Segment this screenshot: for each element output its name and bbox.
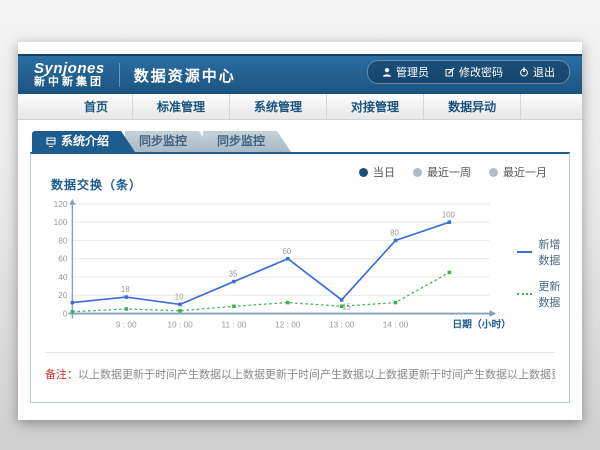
time-range-filter: 当日 最近一周 最近一月 xyxy=(359,164,547,180)
data-label: 80 xyxy=(390,229,399,238)
legend-swatch xyxy=(517,293,532,295)
data-point xyxy=(448,220,452,224)
data-label: 10 xyxy=(175,293,184,302)
tab-label: 系统介绍 xyxy=(61,131,109,152)
legend-swatch xyxy=(517,251,532,253)
radio-dot xyxy=(359,168,368,177)
x-tick-label: 10 : 00 xyxy=(167,319,193,329)
data-point xyxy=(394,239,398,243)
data-point xyxy=(340,298,344,302)
y-tick-label: 20 xyxy=(58,290,68,300)
y-tick-label: 100 xyxy=(54,217,68,227)
legend-item-0: 新增数据 xyxy=(517,236,569,268)
x-axis-arrow xyxy=(490,310,497,317)
radio-dot xyxy=(413,168,422,177)
tab-1[interactable]: 同步监控 xyxy=(125,131,213,152)
nav-item-0[interactable]: 首页 xyxy=(60,94,133,119)
user-menu-label: 退出 xyxy=(533,64,555,80)
x-axis-title: 日期（小时） xyxy=(452,317,511,330)
chart-panel: 当日 最近一周 最近一月 数据交换（条） 0 20 40 60 80 100 120 9 : 00… xyxy=(30,152,570,403)
data-label: 15 xyxy=(342,303,351,312)
data-point xyxy=(71,310,75,314)
company-logo: Synjones 新中新集团 xyxy=(28,61,119,88)
data-point xyxy=(124,295,128,299)
data-point xyxy=(178,309,182,313)
data-point xyxy=(178,303,182,307)
data-label: 60 xyxy=(282,247,291,256)
data-label: 35 xyxy=(229,270,238,279)
y-tick-label: 60 xyxy=(58,254,68,264)
chart-legend: 新增数据更新数据 xyxy=(517,236,569,310)
nav-item-1[interactable]: 标准管理 xyxy=(133,94,230,119)
logo-text-cn: 新中新集团 xyxy=(34,77,105,89)
tab-label: 同步监控 xyxy=(217,131,265,152)
logout-icon xyxy=(519,67,529,77)
data-point xyxy=(232,304,236,308)
app-header: Synjones 新中新集团 数据资源中心 管理员 修改密码 退出 xyxy=(18,54,582,94)
content-area: 系统介绍 同步监控 同步监控 当日 最近一周 最近一月 数据交换（条） 0 20 40 60 8… xyxy=(18,120,582,403)
note-row: 备注：以上数据更新于时间产生数据以上数据更新于时间产生数据以上数据更新于时间产生… xyxy=(45,352,555,382)
tab-label: 同步监控 xyxy=(139,131,187,152)
tab-bar: 系统介绍 同步监控 同步监控 xyxy=(32,131,570,152)
x-tick-label: 14 : 00 xyxy=(383,319,409,329)
x-tick-label: 11 : 00 xyxy=(222,319,247,329)
radio-option-1[interactable]: 最近一周 xyxy=(413,164,471,180)
data-point xyxy=(340,304,344,308)
legend-label: 更新数据 xyxy=(538,278,569,310)
y-tick-label: 120 xyxy=(54,199,68,209)
edit-icon xyxy=(445,67,455,77)
data-label: 18 xyxy=(121,285,130,294)
user-icon xyxy=(382,67,392,77)
nav-item-3[interactable]: 对接管理 xyxy=(327,94,424,119)
data-point xyxy=(286,301,290,305)
radio-option-0[interactable]: 当日 xyxy=(359,164,395,180)
data-point xyxy=(71,301,75,305)
radio-option-2[interactable]: 最近一月 xyxy=(489,164,547,180)
radio-label: 当日 xyxy=(373,164,395,180)
x-tick-label: 12 : 00 xyxy=(275,319,301,329)
header-divider xyxy=(119,63,120,87)
y-tick-label: 0 xyxy=(63,308,68,318)
line-chart: 0 20 40 60 80 100 120 9 : 00 10 : 00 11 : 00 12 : … xyxy=(43,198,513,340)
tab-0[interactable]: 系统介绍 xyxy=(32,131,135,152)
desktop-background: Synjones 新中新集团 数据资源中心 管理员修改密码退出 首页标准管理系统… xyxy=(0,0,600,450)
x-tick-label: 9 : 00 xyxy=(116,319,137,329)
x-tick-label: 13 : 00 xyxy=(329,319,355,329)
user-menu-item-0[interactable]: 管理员 xyxy=(382,64,429,80)
nav-item-2[interactable]: 系统管理 xyxy=(230,94,327,119)
data-point xyxy=(286,257,290,261)
note-label: 备注： xyxy=(45,369,78,381)
radio-label: 最近一周 xyxy=(427,164,471,180)
y-axis-arrow xyxy=(69,199,75,205)
user-menu-item-1[interactable]: 修改密码 xyxy=(445,64,503,80)
app-title: 数据资源中心 xyxy=(134,65,236,86)
data-point xyxy=(232,280,236,284)
user-menu-label: 管理员 xyxy=(396,64,429,80)
system-icon xyxy=(46,137,56,147)
logo-text-en: Synjones xyxy=(34,61,105,77)
data-point xyxy=(124,307,128,311)
y-axis-title: 数据交换（条） xyxy=(51,176,142,193)
radio-label: 最近一月 xyxy=(503,164,547,180)
app-window: Synjones 新中新集团 数据资源中心 管理员修改密码退出 首页标准管理系统… xyxy=(18,42,582,420)
user-menu: 管理员 修改密码 退出 xyxy=(367,60,570,84)
data-point xyxy=(448,271,452,275)
tab-2[interactable]: 同步监控 xyxy=(203,131,291,152)
data-label: 100 xyxy=(442,210,456,219)
user-menu-label: 修改密码 xyxy=(459,64,503,80)
legend-item-1: 更新数据 xyxy=(517,278,569,310)
radio-dot xyxy=(489,168,498,177)
note-text: 以上数据更新于时间产生数据以上数据更新于时间产生数据以上数据更新于时间产生数据以… xyxy=(78,369,555,381)
user-menu-item-2[interactable]: 退出 xyxy=(519,64,555,80)
y-tick-label: 80 xyxy=(58,235,68,245)
main-navbar: 首页标准管理系统管理对接管理数据异动 xyxy=(18,94,582,120)
nav-item-4[interactable]: 数据异动 xyxy=(424,94,521,119)
data-point xyxy=(394,301,398,305)
y-tick-label: 40 xyxy=(58,272,68,282)
legend-label: 新增数据 xyxy=(538,236,569,268)
